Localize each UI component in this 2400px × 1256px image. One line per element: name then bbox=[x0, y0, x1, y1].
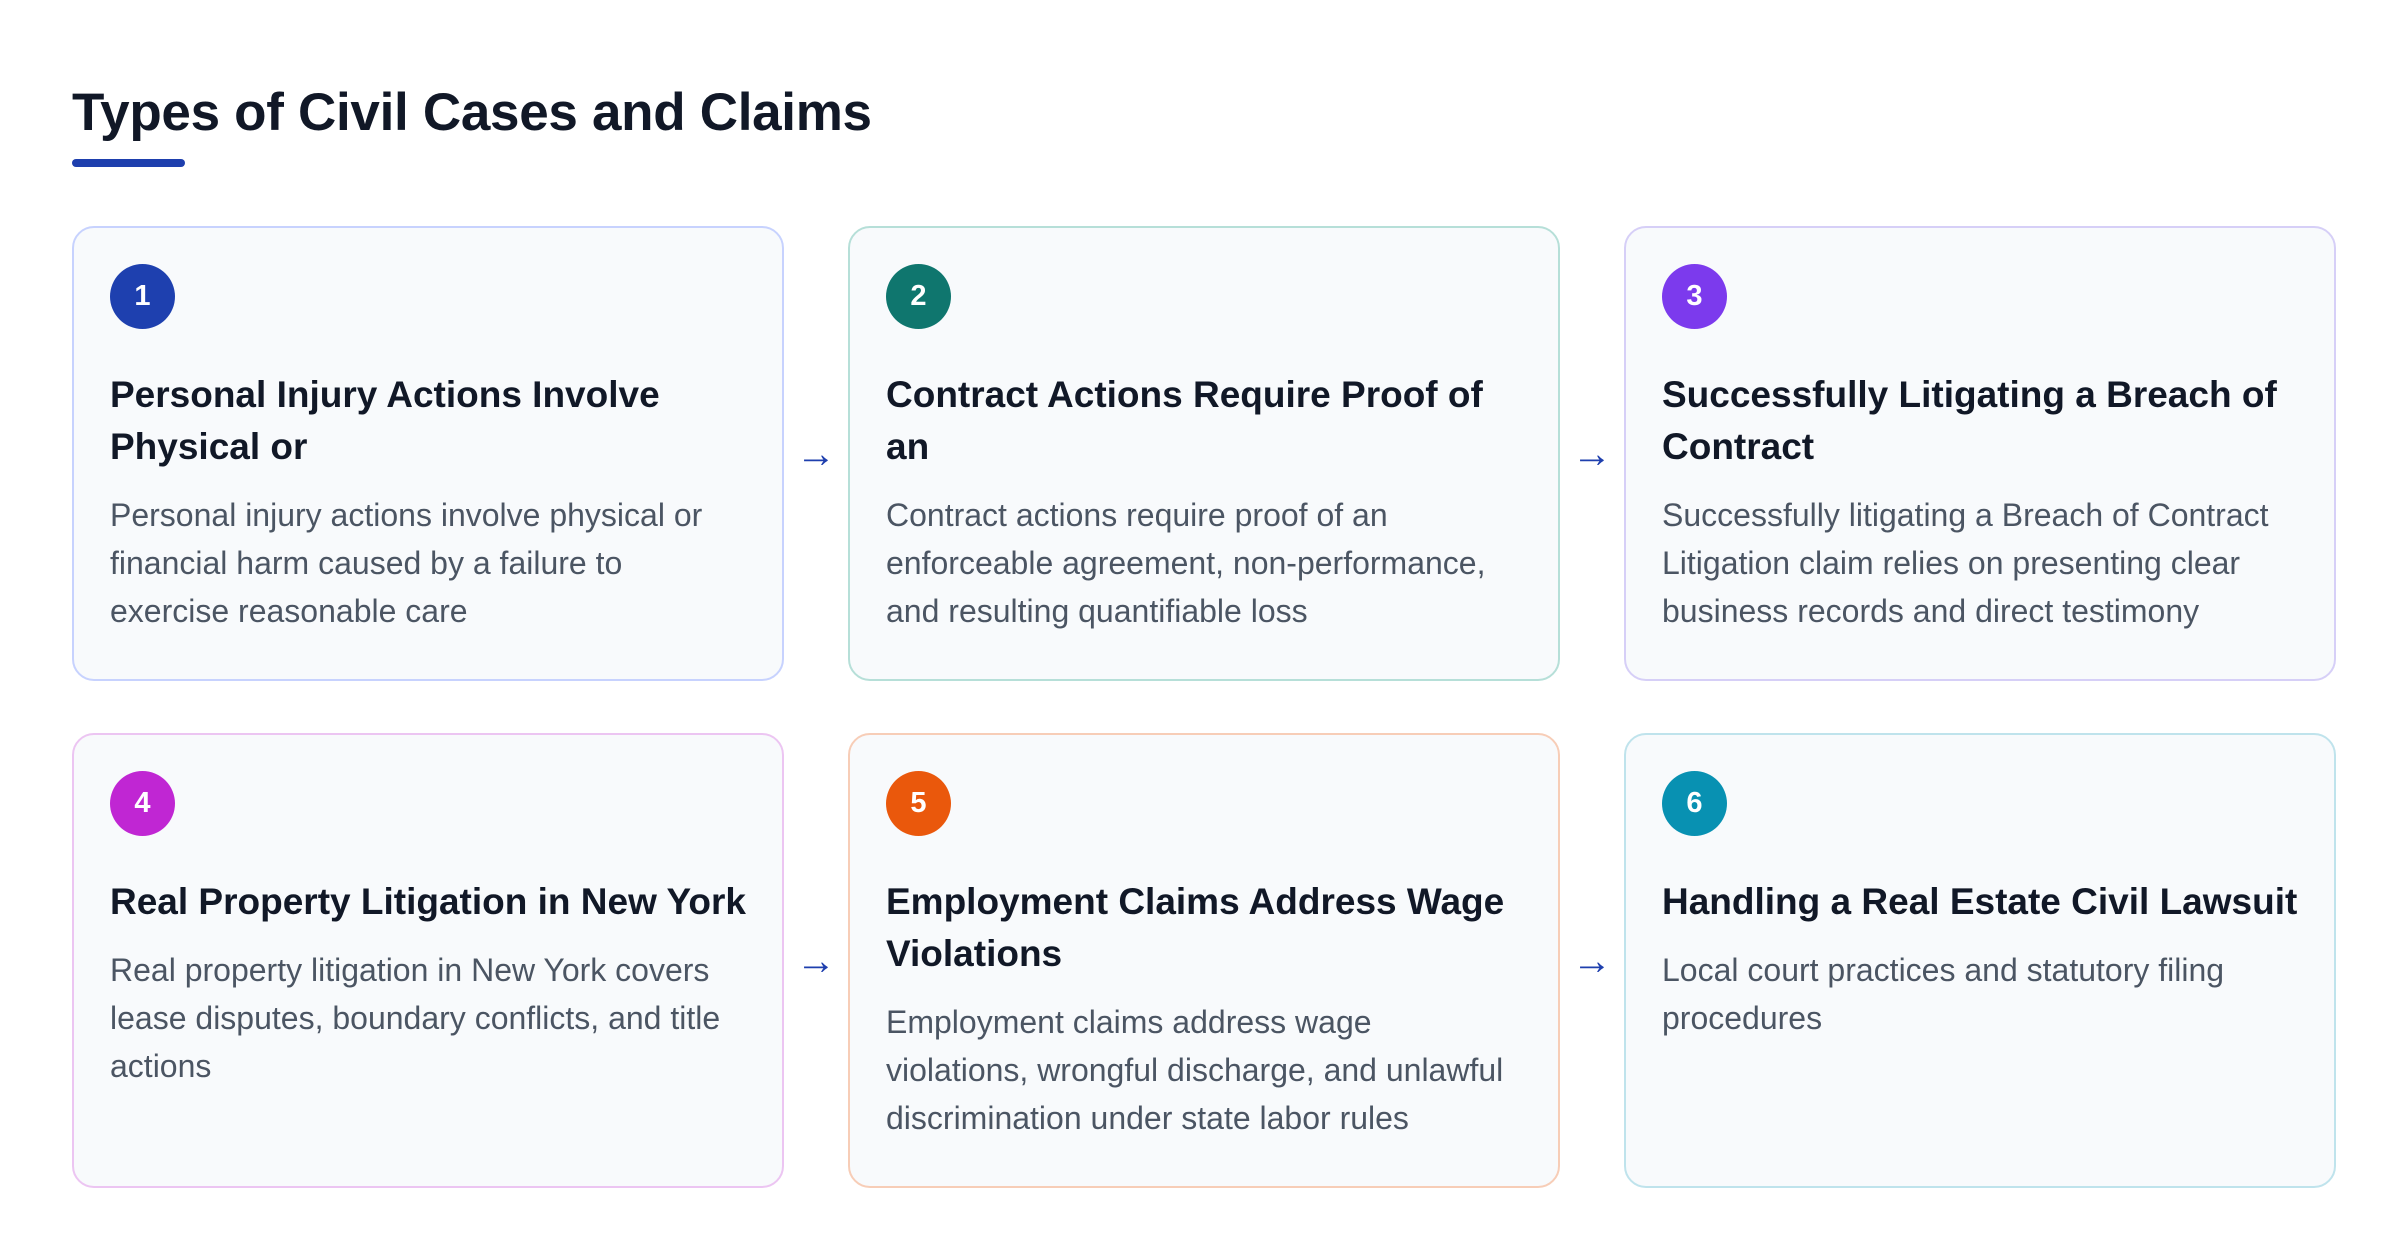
step-badge-3: 3 bbox=[1662, 264, 1727, 329]
case-card-6: 6 Handling a Real Estate Civil Lawsuit L… bbox=[1624, 733, 2336, 1188]
right-arrow-icon: → bbox=[1572, 431, 1612, 476]
cases-row-2: 4 Real Property Litigation in New York R… bbox=[72, 731, 2336, 1190]
case-card-description: Successfully litigating a Breach of Cont… bbox=[1662, 497, 2269, 629]
case-card-description: Employment claims address wage violation… bbox=[886, 1004, 1504, 1136]
case-card-title: Successfully Litigating a Breach of Cont… bbox=[1662, 374, 2277, 467]
case-card-3: 3 Successfully Litigating a Breach of Co… bbox=[1624, 226, 2336, 681]
case-card-description: Local court practices and statutory fili… bbox=[1662, 952, 2225, 1036]
case-card-5: 5 Employment Claims Address Wage Violati… bbox=[848, 733, 1560, 1188]
right-arrow-icon: → bbox=[1572, 938, 1612, 983]
case-card-title: Contract Actions Require Proof of an bbox=[886, 374, 1483, 467]
right-arrow-icon: → bbox=[796, 431, 836, 476]
step-badge-1: 1 bbox=[110, 264, 175, 329]
case-card-description: Real property litigation in New York cov… bbox=[110, 952, 721, 1084]
case-card-title: Handling a Real Estate Civil Lawsuit bbox=[1662, 881, 2298, 922]
case-card-description: Personal injury actions involve physical… bbox=[110, 497, 703, 629]
case-card-2: 2 Contract Actions Require Proof of an C… bbox=[848, 226, 1560, 681]
step-badge-5: 5 bbox=[886, 771, 951, 836]
case-card-4: 4 Real Property Litigation in New York R… bbox=[72, 733, 784, 1188]
case-card-1: 1 Personal Injury Actions Involve Physic… bbox=[72, 226, 784, 681]
case-card-title: Real Property Litigation in New York bbox=[110, 881, 746, 922]
case-card-title: Employment Claims Address Wage Violation… bbox=[886, 881, 1505, 974]
case-card-description: Contract actions require proof of an enf… bbox=[886, 497, 1486, 629]
page-title: Types of Civil Cases and Claims bbox=[72, 83, 872, 142]
step-badge-2: 2 bbox=[886, 264, 951, 329]
cases-grid: 1 Personal Injury Actions Involve Physic… bbox=[72, 224, 2336, 1190]
step-badge-6: 6 bbox=[1662, 771, 1727, 836]
case-card-title: Personal Injury Actions Involve Physical… bbox=[110, 374, 660, 467]
title-underline bbox=[72, 159, 185, 167]
step-badge-4: 4 bbox=[110, 771, 175, 836]
cases-row-1: 1 Personal Injury Actions Involve Physic… bbox=[72, 224, 2336, 683]
right-arrow-icon: → bbox=[796, 938, 836, 983]
